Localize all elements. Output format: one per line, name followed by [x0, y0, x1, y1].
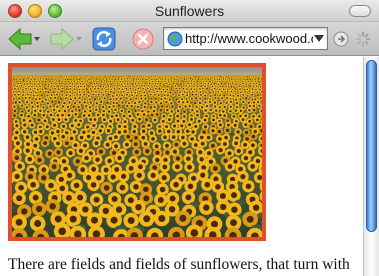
- page-content: There are fields and fields of sunflower…: [0, 57, 363, 276]
- sunflower-photo: [8, 63, 266, 241]
- loading-spinner-icon: [355, 31, 371, 47]
- navigation-toolbar: http://www.cookwood.com/html/examples/su…: [0, 22, 379, 56]
- browser-window: Sunflowers http://www.cookwood. There ar…: [0, 0, 379, 276]
- toolbar-toggle-button[interactable]: [349, 5, 371, 17]
- globe-icon: [167, 31, 183, 47]
- scrollbar-thumb[interactable]: [366, 60, 377, 232]
- back-button[interactable]: [7, 27, 41, 51]
- sunflower-field-image: [12, 67, 262, 237]
- stop-icon: [132, 28, 154, 50]
- address-text: http://www.cookwood.com/html/examples/su…: [185, 31, 313, 46]
- vertical-scrollbar[interactable]: [363, 57, 379, 276]
- dropdown-arrow-icon[interactable]: [314, 34, 324, 44]
- forward-button[interactable]: [49, 27, 83, 51]
- loading-spinner: [355, 31, 371, 55]
- title-bar: Sunflowers: [0, 0, 379, 22]
- forward-arrow-icon: [50, 27, 82, 51]
- address-bar[interactable]: http://www.cookwood.com/html/examples/su…: [163, 27, 328, 50]
- go-button[interactable]: [333, 31, 349, 55]
- back-arrow-icon: [8, 27, 40, 51]
- reload-icon: [92, 27, 116, 51]
- intro-paragraph: There are fields and fields of sunflower…: [8, 256, 350, 273]
- stop-button[interactable]: [131, 27, 155, 51]
- go-icon: [333, 31, 349, 47]
- reload-button[interactable]: [92, 27, 116, 51]
- window-title: Sunflowers: [154, 3, 225, 19]
